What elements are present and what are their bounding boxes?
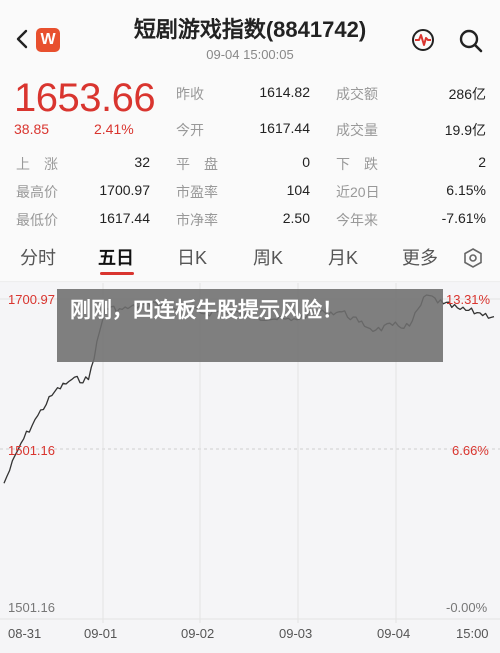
- x-label-2: 09-02: [181, 626, 215, 641]
- stat-label-down: 下 跌: [336, 156, 378, 172]
- tab-weekly-k[interactable]: 周K: [253, 244, 283, 270]
- y-label-top-right: 13.31%: [446, 292, 491, 307]
- stat-value-pe: 104: [286, 182, 310, 198]
- stat-value-flat: 0: [302, 154, 310, 170]
- x-label-3: 09-03: [279, 626, 313, 641]
- stat-value-prev-close: 1614.82: [259, 84, 310, 100]
- y-label-bottom-left: 1501.16: [8, 600, 55, 615]
- x-label-4: 09-04: [377, 626, 411, 641]
- stat-value-ytd: -7.61%: [441, 210, 486, 226]
- stat-value-turnover: 286亿: [448, 86, 486, 102]
- stat-label-turnover: 成交额: [336, 86, 378, 102]
- stat-label-low: 最低价: [16, 212, 58, 228]
- stat-value-down: 2: [478, 154, 486, 170]
- stat-label-pb: 市净率: [176, 212, 218, 228]
- stat-label-up: 上 涨: [16, 156, 58, 172]
- stat-value-open: 1617.44: [259, 120, 310, 136]
- tab-more[interactable]: 更多: [402, 244, 438, 270]
- tab-five-day[interactable]: 五日: [98, 244, 134, 270]
- x-label-1: 09-01: [84, 626, 118, 641]
- x-axis: [0, 623, 500, 653]
- current-price: 1653.66: [14, 76, 156, 120]
- stat-label-d20: 近20日: [336, 184, 380, 200]
- stat-label-flat: 平 盘: [176, 156, 218, 172]
- x-label-0: 08-31: [8, 626, 42, 641]
- y-label-mid-left: 1501.16: [8, 443, 55, 458]
- stat-value-low: 1617.44: [99, 210, 150, 226]
- price-change-pct: 2.41%: [94, 121, 134, 137]
- y-label-top-left: 1700.97: [8, 292, 55, 307]
- stat-label-ytd: 今年来: [336, 212, 378, 228]
- y-label-bottom-right: -0.00%: [446, 600, 488, 615]
- y-label-mid-right: 6.66%: [452, 443, 489, 458]
- price-change: 38.85: [14, 121, 50, 137]
- search-icon[interactable]: [458, 28, 484, 54]
- stat-label-volume: 成交量: [336, 122, 378, 138]
- tab-daily-k[interactable]: 日K: [177, 244, 207, 270]
- stat-value-volume: 19.9亿: [444, 122, 486, 138]
- stat-label-high: 最高价: [16, 184, 58, 200]
- pulse-icon[interactable]: [410, 27, 436, 53]
- active-tab-indicator: [100, 272, 134, 275]
- tab-intraday[interactable]: 分时: [20, 244, 56, 270]
- stat-value-high: 1700.97: [99, 182, 150, 198]
- x-label-5: 15:00: [456, 626, 489, 641]
- stat-value-pb: 2.50: [282, 210, 310, 226]
- settings-icon[interactable]: [462, 247, 484, 269]
- news-overlay-text: 刚刚，四连板牛股提示风险！: [70, 299, 343, 322]
- stat-label-pe: 市盈率: [176, 184, 218, 200]
- stat-value-d20: 6.15%: [446, 182, 486, 198]
- stat-value-up: 32: [134, 154, 150, 170]
- stat-label-prev-close: 昨收: [176, 86, 204, 102]
- tab-monthly-k[interactable]: 月K: [328, 244, 358, 270]
- stat-label-open: 今开: [176, 122, 204, 138]
